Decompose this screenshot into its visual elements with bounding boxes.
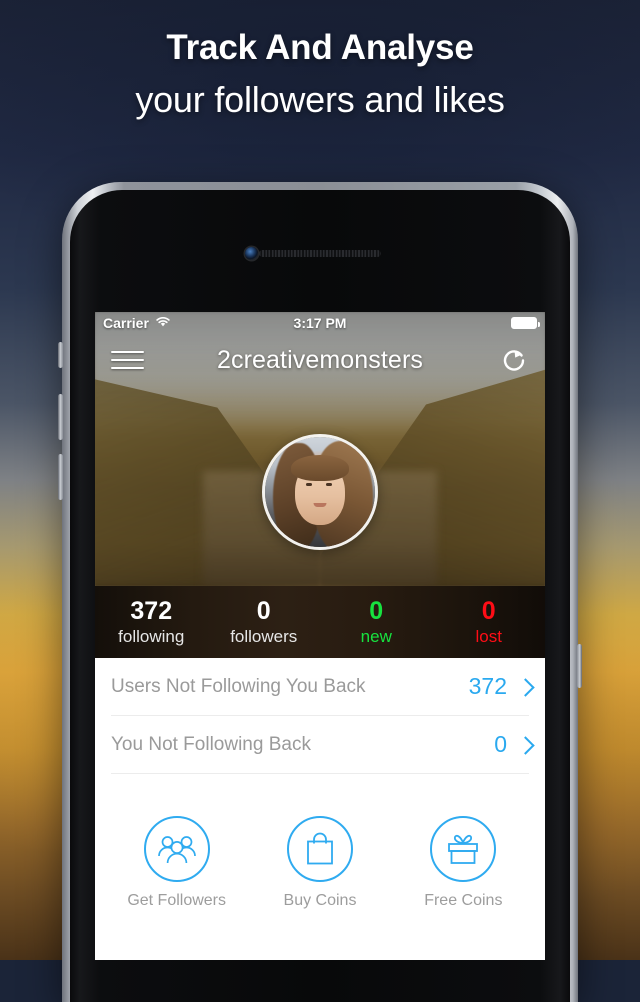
row-users-not-following-you-back[interactable]: Users Not Following You Back 372 [111,658,529,716]
power-button[interactable] [577,644,582,688]
hamburger-bar [111,359,144,361]
row-label: Users Not Following You Back [111,675,366,697]
stat-value: 0 [256,597,271,626]
users-group-icon [143,816,210,882]
stat-label: lost [475,626,502,646]
row-label: You Not Following Back [111,733,311,755]
stat-following[interactable]: 372 following [95,598,208,645]
status-bar-time: 3:17 PM [293,315,347,331]
avatar-image [265,437,375,547]
status-bar: Carrier 3:17 PM [95,312,545,334]
page-title: 2creativemonsters [217,345,423,374]
stats-list: Users Not Following You Back 372 You Not… [95,658,545,774]
avatar-mouth [313,503,327,507]
status-bar-right [511,317,541,329]
stat-label: followers [230,626,298,646]
stat-value: 0 [481,597,496,626]
headline-line-1: Track And Analyse [166,28,474,67]
gift-box-icon [430,816,497,882]
stat-value: 372 [130,597,173,626]
hamburger-bar [111,367,144,369]
hamburger-bar [111,351,144,353]
hamburger-menu-icon[interactable] [111,351,144,369]
earpiece-speaker-icon [259,250,381,257]
promo-headline: Track And Analyse your followers and lik… [0,26,640,123]
stat-new[interactable]: 0 new [320,598,433,645]
profile-header: Carrier 3:17 PM 2creativemonsters [95,312,545,586]
avatar-eye [326,483,332,486]
action-label: Get Followers [127,892,227,909]
action-get-followers[interactable]: Get Followers [105,816,248,910]
mute-switch-button[interactable] [58,342,63,368]
refresh-icon[interactable] [499,345,529,375]
stat-value: 0 [369,597,384,626]
phone-screen: Carrier 3:17 PM 2creativemonsters 372 fo… [95,312,545,960]
action-buttons: Get Followers Buy Coins Free Coins [95,774,545,910]
chevron-right-icon [519,736,529,754]
stats-bar: 372 following 0 followers 0 new 0 lost [95,586,545,658]
content-bottom-padding [95,910,545,950]
action-buy-coins[interactable]: Buy Coins [248,816,391,910]
volume-down-button[interactable] [58,454,63,500]
action-free-coins[interactable]: Free Coins [392,816,535,910]
row-value: 0 [494,731,507,757]
avatar[interactable] [262,434,378,550]
nav-bar: 2creativemonsters [95,338,545,382]
stat-label: following [118,626,185,646]
volume-up-button[interactable] [58,394,63,440]
stat-followers[interactable]: 0 followers [208,598,321,645]
row-value: 372 [468,673,507,699]
stat-label: new [360,626,392,646]
shopping-bag-icon [286,816,353,882]
stat-lost[interactable]: 0 lost [433,598,546,645]
action-label: Free Coins [424,892,503,909]
battery-full-icon [511,317,541,329]
chevron-right-icon [519,678,529,696]
avatar-eye [306,483,312,486]
headline-line-2: your followers and likes [135,78,505,120]
action-label: Buy Coins [283,892,357,909]
avatar-fringe [291,455,349,481]
front-camera-icon [245,247,258,260]
row-you-not-following-back[interactable]: You Not Following Back 0 [111,716,529,774]
